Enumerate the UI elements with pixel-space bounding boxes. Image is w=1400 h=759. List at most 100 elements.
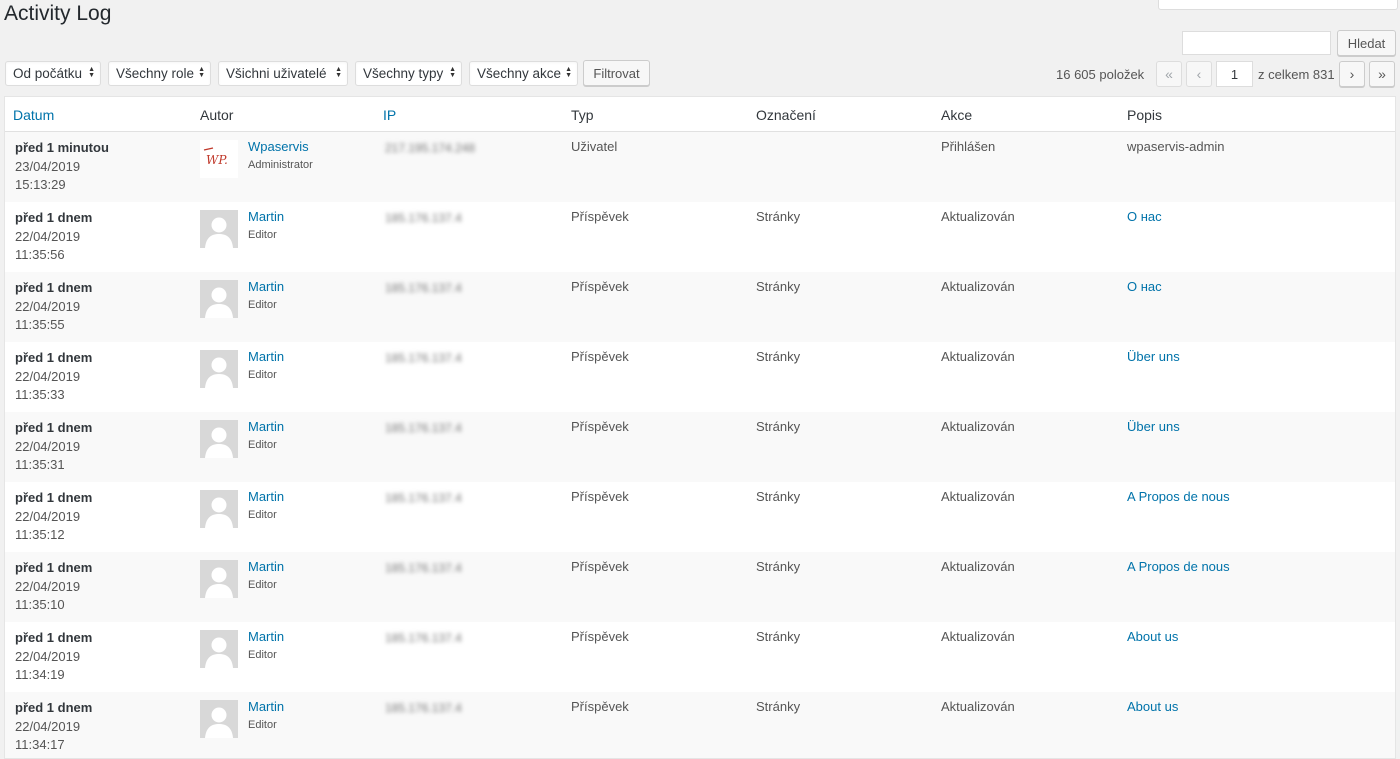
- action-cell: Aktualizován: [941, 209, 1015, 224]
- author-name-link[interactable]: Martin: [248, 629, 284, 644]
- author-role: Editor: [248, 439, 277, 451]
- date-cell: před 1 dnem 22/04/2019 11:34:19: [15, 629, 92, 685]
- author-role: Editor: [248, 369, 277, 381]
- table-row: před 1 dnem 22/04/2019 11:35:55 Martin E…: [5, 272, 1395, 342]
- date-relative: před 1 dnem: [15, 420, 93, 435]
- type-cell: Příspěvek: [571, 419, 629, 434]
- author-role: Editor: [248, 719, 277, 731]
- first-page-button[interactable]: «: [1156, 61, 1182, 87]
- date-value: 22/04/2019: [15, 718, 81, 734]
- time-value: 11:35:56: [15, 247, 65, 262]
- description-cell[interactable]: About us: [1127, 699, 1178, 714]
- type-cell: Příspěvek: [571, 349, 629, 364]
- ip-address: 185.176.137.4: [385, 491, 462, 505]
- action-filter-select[interactable]: Všechny akce ▲ ▼: [469, 61, 578, 86]
- date-relative: před 1 dnem: [15, 560, 93, 575]
- date-cell: před 1 dnem 22/04/2019 11:34:17: [15, 699, 92, 755]
- avatar: [200, 630, 238, 668]
- description-cell[interactable]: A Propos de nous: [1127, 489, 1230, 504]
- column-typ: Typ: [571, 107, 594, 123]
- description-cell[interactable]: О нас: [1127, 209, 1162, 224]
- logo-text: WP.: [206, 153, 228, 167]
- screen-options-dropdown[interactable]: [1158, 0, 1398, 10]
- author-name-link[interactable]: Martin: [248, 559, 284, 574]
- date-value: 22/04/2019: [15, 298, 81, 314]
- author-name-link[interactable]: Wpaservis: [248, 139, 309, 154]
- current-page-input[interactable]: 1: [1216, 61, 1253, 87]
- filter-button[interactable]: Filtrovat: [583, 60, 650, 86]
- user-placeholder-icon: [200, 210, 238, 248]
- time-value: 11:34:17: [15, 737, 65, 752]
- author-name-link[interactable]: Martin: [248, 349, 284, 364]
- author-name-link[interactable]: Martin: [248, 699, 284, 714]
- date-value: 22/04/2019: [15, 508, 81, 524]
- author-name-link[interactable]: Martin: [248, 489, 284, 504]
- search-input[interactable]: [1182, 31, 1331, 55]
- date-filter-label: Od počátku: [13, 66, 83, 81]
- user-placeholder-icon: [200, 350, 238, 388]
- column-akce: Akce: [941, 107, 973, 123]
- action-cell: Aktualizován: [941, 699, 1015, 714]
- total-pages-text: z celkem 831: [1258, 67, 1335, 82]
- table-header: Datum Autor IP Typ Označení Akce Popis: [5, 97, 1395, 132]
- action-cell: Aktualizován: [941, 419, 1015, 434]
- ip-address: 185.176.137.4: [385, 351, 462, 365]
- description-cell[interactable]: Über uns: [1127, 349, 1180, 364]
- column-datum[interactable]: Datum: [13, 107, 54, 123]
- author-role: Editor: [248, 649, 277, 661]
- next-page-button[interactable]: ›: [1339, 61, 1365, 87]
- description-cell[interactable]: About us: [1127, 629, 1178, 644]
- action-cell: Aktualizován: [941, 489, 1015, 504]
- role-filter-select[interactable]: Všechny role ▲ ▼: [108, 61, 211, 86]
- user-placeholder-icon: [200, 630, 238, 668]
- author-role: Editor: [248, 509, 277, 521]
- label-cell: Stránky: [756, 629, 801, 644]
- site-logo-icon: WP.: [200, 140, 238, 178]
- date-relative: před 1 minutou: [15, 140, 109, 155]
- date-relative: před 1 dnem: [15, 630, 93, 645]
- user-filter-select[interactable]: Všichni uživatelé ▲ ▼: [218, 61, 348, 86]
- time-value: 11:34:19: [15, 667, 65, 682]
- last-page-button[interactable]: »: [1369, 61, 1395, 87]
- date-cell: před 1 dnem 22/04/2019 11:35:12: [15, 489, 92, 545]
- author-role: Editor: [248, 299, 277, 311]
- label-cell: Stránky: [756, 209, 801, 224]
- ip-address: 185.176.137.4: [385, 281, 462, 295]
- description-cell[interactable]: О нас: [1127, 279, 1162, 294]
- type-cell: Příspěvek: [571, 629, 629, 644]
- description-cell[interactable]: A Propos de nous: [1127, 559, 1230, 574]
- date-cell: před 1 dnem 22/04/2019 11:35:33: [15, 349, 92, 405]
- column-oznaceni: Označení: [756, 107, 816, 123]
- column-ip[interactable]: IP: [383, 107, 396, 123]
- ip-address: 185.176.137.4: [385, 631, 462, 645]
- date-cell: před 1 dnem 22/04/2019 11:35:31: [15, 419, 92, 475]
- date-filter-select[interactable]: Od počátku ▲ ▼: [5, 61, 101, 86]
- action-cell: Aktualizován: [941, 559, 1015, 574]
- action-filter-label: Všechny akce: [477, 66, 562, 81]
- time-value: 11:35:10: [15, 597, 65, 612]
- type-filter-select[interactable]: Všechny typy ▲ ▼: [355, 61, 462, 86]
- label-cell: Stránky: [756, 349, 801, 364]
- table-row: před 1 minutou 23/04/2019 15:13:29 WP. W…: [5, 132, 1395, 202]
- search-button[interactable]: Hledat: [1337, 30, 1396, 56]
- time-value: 11:35:12: [15, 527, 65, 542]
- ip-address: 185.176.137.4: [385, 561, 462, 575]
- table-row: před 1 dnem 22/04/2019 11:35:31 Martin E…: [5, 412, 1395, 482]
- page-title: Activity Log: [4, 2, 112, 25]
- author-name-link[interactable]: Martin: [248, 209, 284, 224]
- items-count: 16 605 položek: [1056, 67, 1145, 82]
- ip-address: 185.176.137.4: [385, 701, 462, 715]
- avatar: [200, 490, 238, 528]
- ip-address: 185.176.137.4: [385, 211, 462, 225]
- table-row: před 1 dnem 22/04/2019 11:34:17 Martin E…: [5, 692, 1395, 758]
- author-name-link[interactable]: Martin: [248, 279, 284, 294]
- table-row: před 1 dnem 22/04/2019 11:34:19 Martin E…: [5, 622, 1395, 692]
- author-role: Editor: [248, 579, 277, 591]
- author-name-link[interactable]: Martin: [248, 419, 284, 434]
- prev-page-button[interactable]: ‹: [1186, 61, 1212, 87]
- avatar: [200, 210, 238, 248]
- select-caret-icon: ▲ ▼: [335, 66, 342, 79]
- date-value: 22/04/2019: [15, 368, 81, 384]
- description-cell[interactable]: Über uns: [1127, 419, 1180, 434]
- date-value: 22/04/2019: [15, 438, 81, 454]
